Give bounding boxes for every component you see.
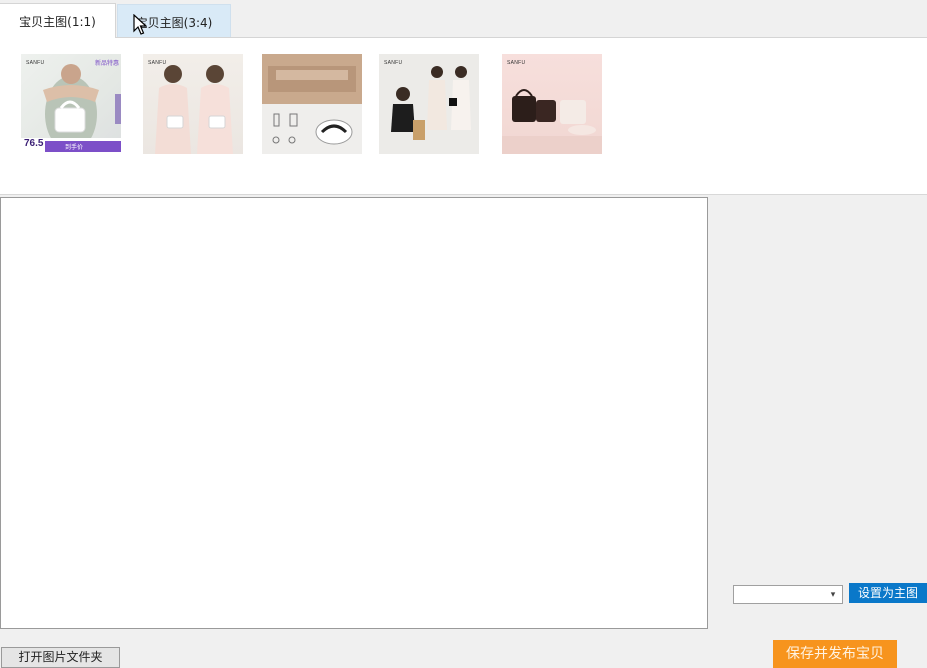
product-photo-5: [502, 89, 602, 154]
chevron-down-icon: ▾: [830, 589, 836, 600]
brand-logo: SANFU: [384, 60, 403, 66]
image-select-dropdown[interactable]: ▾: [733, 585, 843, 604]
thumbnail-1[interactable]: SANFU 新品特惠 76.5 到手价: [21, 54, 121, 154]
promo-label: 到手价: [65, 144, 84, 151]
product-photo-4: [391, 66, 471, 140]
thumbnail-5[interactable]: SANFU: [502, 54, 602, 154]
product-photo-2: [155, 65, 233, 154]
set-main-image-button[interactable]: 设置为主图: [849, 583, 927, 603]
brand-logo: SANFU: [148, 60, 167, 66]
mouse-cursor-icon: [133, 14, 147, 35]
thumbnail-strip: SANFU 新品特惠 76.5 到手价 SANFU SANFU SANFU: [0, 38, 927, 195]
price-label: 76.5: [24, 138, 44, 149]
tab-label: 宝贝主图(3:4): [135, 16, 213, 30]
open-image-folder-button[interactable]: 打开图片文件夹: [1, 647, 120, 668]
save-and-publish-button[interactable]: 保存并发布宝贝: [773, 640, 897, 668]
product-photo-3: [262, 54, 362, 145]
tab-main-image-1-1[interactable]: 宝贝主图(1:1): [0, 3, 116, 38]
thumbnail-3[interactable]: [262, 54, 362, 154]
tab-label: 宝贝主图(1:1): [19, 15, 96, 29]
brand-logo: SANFU: [507, 60, 526, 66]
image-preview-panel[interactable]: [0, 197, 708, 629]
thumbnail-4[interactable]: SANFU: [379, 54, 479, 154]
thumbnail-2[interactable]: SANFU: [143, 54, 243, 154]
brand-logo: SANFU: [26, 60, 45, 66]
new-item-badge: 新品特惠: [95, 60, 120, 67]
